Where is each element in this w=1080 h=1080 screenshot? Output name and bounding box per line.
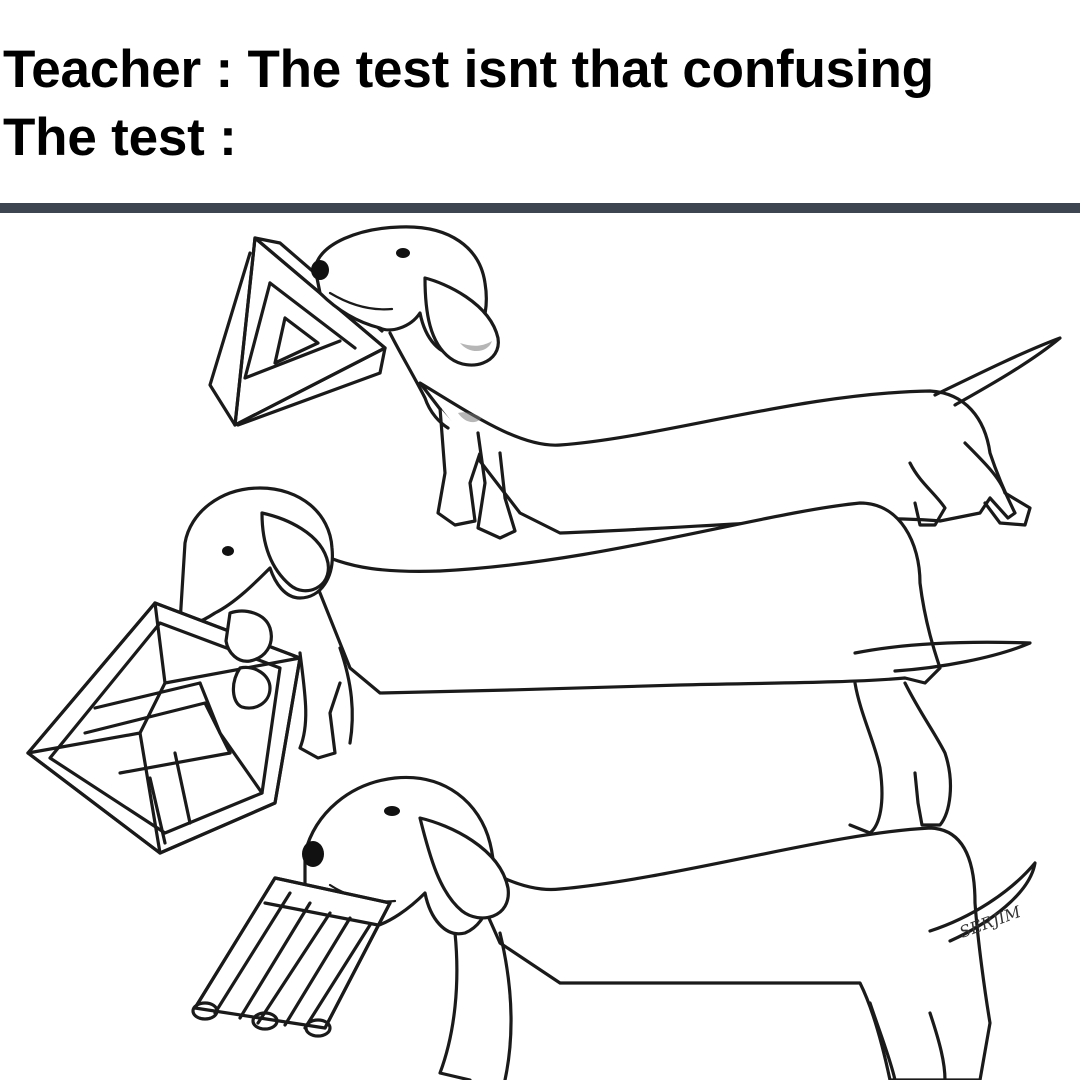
dog-top-eye — [396, 248, 410, 258]
caption-line-test: The test : — [3, 108, 237, 167]
caption-line-teacher: Teacher : The test isnt that confusing — [3, 40, 934, 99]
meme-page: Teacher : The test isnt that confusing T… — [0, 0, 1080, 1080]
meme-caption: Teacher : The test isnt that confusing T… — [0, 0, 1080, 203]
dog-middle-eye — [222, 546, 234, 556]
caption-divider — [0, 203, 1080, 213]
dog-bottom: SERJIM — [191, 775, 1037, 1080]
dog-top — [208, 225, 1062, 540]
dog-bottom-eye — [384, 806, 400, 816]
impossible-fork-shape — [191, 876, 392, 1038]
dog-bottom-nose — [302, 841, 324, 867]
dog-bottom-body — [458, 826, 992, 1080]
dog-middle — [26, 486, 1032, 855]
illustration-canvas: SERJIM — [26, 225, 1062, 1080]
impossible-dogs-illustration: SERJIM — [0, 213, 1080, 1080]
dog-top-nose — [311, 260, 329, 280]
